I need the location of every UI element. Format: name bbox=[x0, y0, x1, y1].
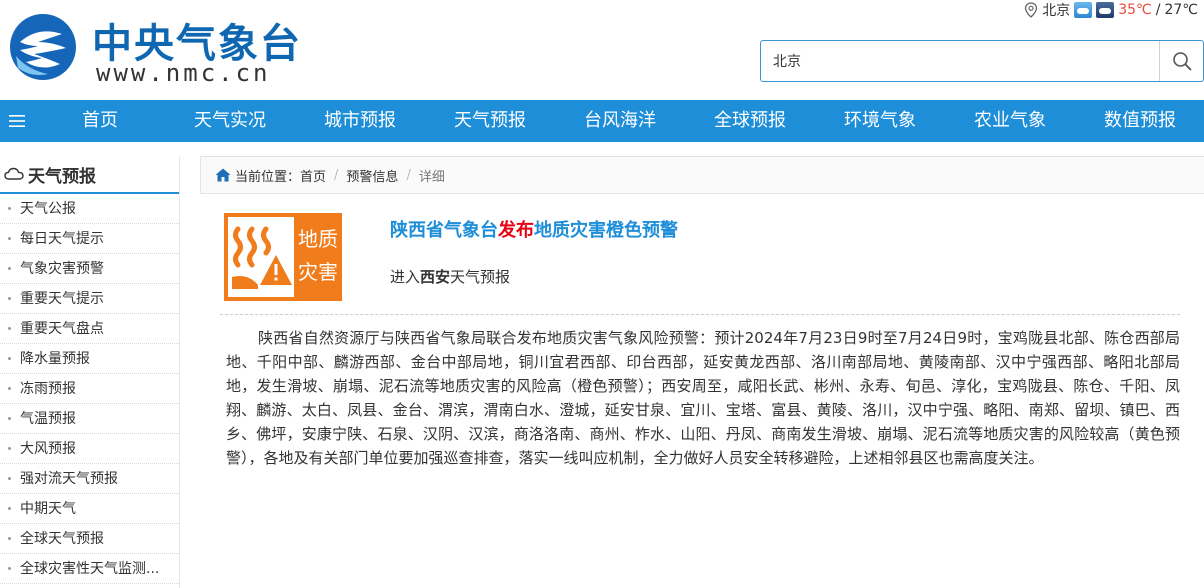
logo-url-text: www.nmc.cn bbox=[96, 59, 271, 87]
sidebar-item-global-weather[interactable]: 全球天气预报 bbox=[0, 524, 179, 554]
bullet-icon bbox=[8, 416, 11, 420]
nav-item-typhoon-ocean[interactable]: 台风海洋 bbox=[565, 100, 675, 142]
geological-warning-badge: 地质 灾害 bbox=[224, 213, 342, 301]
sidebar-item-weather-bulletin[interactable]: 天气公报 bbox=[0, 194, 179, 224]
nav-item-global-forecast[interactable]: 全球预报 bbox=[695, 100, 805, 142]
main-nav: 首页 天气实况 城市预报 天气预报 台风海洋 全球预报 环境气象 农业气象 数值… bbox=[0, 100, 1204, 142]
bullet-icon bbox=[8, 566, 11, 570]
nav-item-home[interactable]: 首页 bbox=[45, 100, 155, 142]
content-divider bbox=[220, 314, 1180, 315]
city-forecast-link[interactable]: 进入西安天气预报 bbox=[390, 266, 510, 287]
bullet-icon bbox=[8, 236, 11, 240]
bullet-icon bbox=[8, 446, 11, 450]
nav-item-agriculture[interactable]: 农业气象 bbox=[955, 100, 1065, 142]
warning-title: 陕西省气象台发布地质灾害橙色预警 bbox=[390, 220, 678, 241]
location-pin-icon[interactable] bbox=[1024, 2, 1038, 18]
temp-low: 27℃ bbox=[1164, 2, 1198, 18]
cloud-icon bbox=[4, 167, 24, 180]
landslide-warning-icon bbox=[232, 226, 292, 289]
nav-item-observations[interactable]: 天气实况 bbox=[175, 100, 285, 142]
city-name: 西安 bbox=[420, 268, 451, 286]
sidebar-item-medium-range[interactable]: 中期天气 bbox=[0, 494, 179, 524]
sidebar-item-important-review[interactable]: 重要天气盘点 bbox=[0, 314, 179, 344]
bullet-icon bbox=[8, 296, 11, 300]
search-input[interactable] bbox=[761, 41, 1159, 81]
breadcrumb-separator: / bbox=[334, 167, 339, 183]
breadcrumb-home-link[interactable]: 首页 bbox=[300, 166, 326, 185]
sidebar-item-freezing-rain[interactable]: 冻雨预报 bbox=[0, 374, 179, 404]
search-box bbox=[760, 40, 1204, 82]
breadcrumb-separator: / bbox=[406, 167, 411, 183]
logo-emblem-icon bbox=[10, 14, 76, 80]
sidebar-item-global-disaster[interactable]: 全球灾害性天气监测... bbox=[0, 554, 179, 584]
bullet-icon bbox=[8, 356, 11, 360]
bullet-icon bbox=[8, 326, 11, 330]
sidebar-item-important-tips[interactable]: 重要天气提示 bbox=[0, 284, 179, 314]
search-icon bbox=[1172, 52, 1191, 71]
site-header: 中央气象台 www.nmc.cn 北京 35℃ / 27℃ bbox=[0, 0, 1204, 100]
nav-item-numerical[interactable]: 数值预报 bbox=[1085, 100, 1195, 142]
breadcrumb-current: 详细 bbox=[418, 169, 445, 185]
bullet-icon bbox=[8, 386, 11, 390]
temp-high: 35℃ bbox=[1118, 2, 1152, 18]
sidebar-item-temperature[interactable]: 气温预报 bbox=[0, 404, 179, 434]
cloudy-night-icon bbox=[1096, 2, 1115, 18]
sidebar-header: 天气预报 bbox=[0, 156, 179, 194]
sidebar: 天气预报 天气公报 每日天气提示 气象灾害预警 重要天气提示 重要天气盘点 降水… bbox=[0, 156, 180, 588]
sidebar-item-daily-tips[interactable]: 每日天气提示 bbox=[0, 224, 179, 254]
temp-separator: / bbox=[1155, 2, 1161, 18]
top-weather-info: 北京 35℃ / 27℃ bbox=[1024, 0, 1198, 20]
search-button[interactable] bbox=[1159, 41, 1203, 81]
sidebar-list: 天气公报 每日天气提示 气象灾害预警 重要天气提示 重要天气盘点 降水量预报 冻… bbox=[0, 194, 179, 584]
nav-menu-toggle[interactable] bbox=[0, 100, 34, 142]
sidebar-title: 天气预报 bbox=[28, 166, 96, 187]
breadcrumb: 当前位置： 首页 / 预警信息 / 详细 bbox=[200, 156, 1204, 194]
breadcrumb-label: 当前位置： bbox=[235, 169, 301, 185]
main-content: 当前位置： 首页 / 预警信息 / 详细 地质 灾害 陕西省气象台发布地质灾害橙… bbox=[200, 156, 1204, 588]
bullet-icon bbox=[8, 506, 11, 510]
bullet-icon bbox=[8, 206, 11, 210]
nav-item-weather-forecast[interactable]: 天气预报 bbox=[435, 100, 545, 142]
bullet-icon bbox=[8, 476, 11, 480]
warning-body-text: 陕西省自然资源厅与陕西省气象局联合发布地质灾害气象风险预警：预计2024年7月2… bbox=[226, 329, 1180, 467]
nav-item-environment[interactable]: 环境气象 bbox=[825, 100, 935, 142]
current-city[interactable]: 北京 bbox=[1042, 0, 1070, 20]
sidebar-item-precipitation[interactable]: 降水量预报 bbox=[0, 344, 179, 374]
nav-item-city-forecast[interactable]: 城市预报 bbox=[305, 100, 415, 142]
bullet-icon bbox=[8, 266, 11, 270]
site-logo[interactable]: 中央气象台 www.nmc.cn bbox=[8, 12, 300, 87]
cloudy-day-icon bbox=[1074, 2, 1093, 18]
warning-badge-text: 地质 灾害 bbox=[298, 227, 338, 284]
breadcrumb-warning-link[interactable]: 预警信息 bbox=[346, 166, 398, 185]
sidebar-item-wind[interactable]: 大风预报 bbox=[0, 434, 179, 464]
warning-symbol-area bbox=[228, 217, 294, 297]
bullet-icon bbox=[8, 536, 11, 540]
home-icon bbox=[215, 168, 231, 182]
sidebar-item-convection[interactable]: 强对流天气预报 bbox=[0, 464, 179, 494]
sidebar-item-disaster-warning[interactable]: 气象灾害预警 bbox=[0, 254, 179, 284]
hamburger-menu-icon bbox=[9, 115, 25, 127]
